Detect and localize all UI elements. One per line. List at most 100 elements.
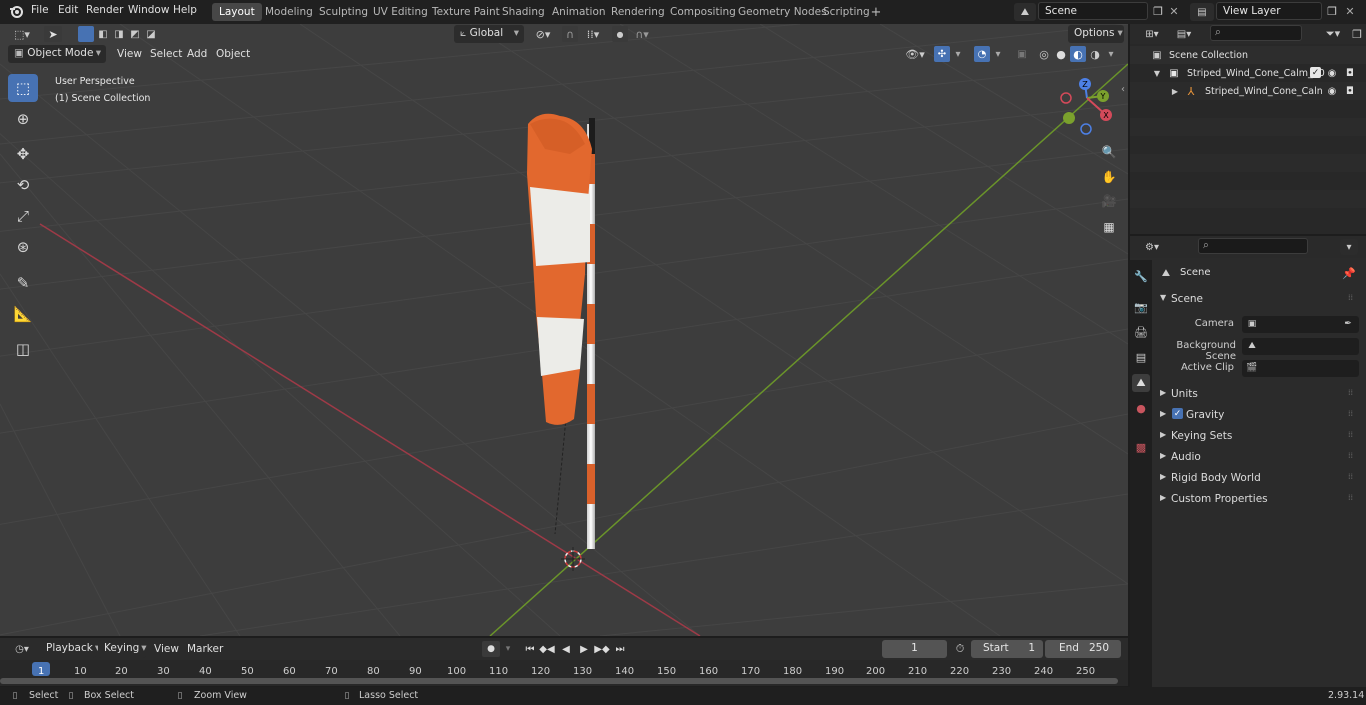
timeline-scrollbar[interactable] — [0, 678, 1118, 684]
tool-scale[interactable]: ⤢ — [8, 202, 38, 230]
tab-world[interactable]: ● — [1132, 399, 1150, 417]
xray-toggle-icon[interactable]: ▣ — [1014, 46, 1030, 62]
drag-handle-icon[interactable]: ⁞⁞ — [1348, 493, 1353, 502]
properties-options-icon[interactable]: ▾ — [1340, 239, 1358, 255]
camera-field[interactable]: ▣ ✒ — [1242, 316, 1359, 333]
shading-dropdown-icon[interactable]: ▾ — [1105, 46, 1117, 62]
tool-add-cube[interactable]: ◫ — [8, 335, 38, 363]
tab-rendering[interactable]: Rendering — [604, 3, 672, 21]
gizmo-x-axis[interactable]: X — [1100, 109, 1112, 121]
mode-extend-icon[interactable]: ◧ — [96, 26, 110, 42]
drag-handle-icon[interactable]: ⁞⁞ — [1348, 472, 1353, 481]
overlays-dropdown-icon[interactable]: ▾ — [992, 46, 1004, 62]
gizmo-y-axis[interactable]: Y — [1097, 90, 1109, 102]
gizmo-dropdown-icon[interactable]: ▾ — [952, 46, 964, 62]
camera-render-icon[interactable]: ◘ — [1344, 84, 1356, 98]
material-preview-shading-icon[interactable]: ◐ — [1070, 46, 1086, 62]
snap-target-icon[interactable]: ⁞⁞▾ — [580, 26, 606, 42]
menu-file[interactable]: File — [31, 4, 49, 16]
jump-prev-keyframe-icon[interactable]: ◆◀ — [539, 641, 555, 657]
tool-transform[interactable]: ⊛ — [8, 233, 38, 261]
wireframe-shading-icon[interactable]: ◎ — [1036, 46, 1052, 62]
timeline-editor-type-icon[interactable]: ◷▾ — [8, 641, 36, 657]
3d-viewport[interactable]: Z Y X ‹ — [0, 24, 1128, 636]
background-scene-field[interactable]: ⛰ — [1242, 338, 1359, 355]
orientation-dropdown[interactable]: ⟀ Global ▾ — [454, 25, 524, 43]
visibility-selectability-icon[interactable]: 👁▾ — [902, 46, 928, 62]
menu-help[interactable]: Help — [173, 4, 197, 16]
tab-layout[interactable]: Layout — [212, 3, 262, 21]
pin-icon[interactable]: 📌 — [1342, 266, 1356, 280]
record-dropdown-icon[interactable]: ▾ — [502, 641, 514, 657]
stopwatch-icon[interactable]: ⏱ — [952, 641, 968, 657]
menu-edit[interactable]: Edit — [58, 4, 78, 16]
tab-scene[interactable]: ⛰ — [1132, 374, 1150, 392]
outliner-search-input[interactable]: ⌕ — [1210, 25, 1302, 41]
mode-dropdown[interactable]: ▣ Object Mode ▾ — [8, 45, 106, 63]
scene-icon[interactable]: ⛰ — [1014, 3, 1036, 21]
pivot-point-icon[interactable]: ⊘▾ — [530, 26, 556, 42]
menu-window[interactable]: Window — [128, 4, 169, 16]
tool-annotate[interactable]: ✎ — [8, 269, 38, 297]
keying-menu[interactable]: Keying ▾ — [98, 640, 147, 658]
viewport-menu-select[interactable]: Select — [150, 48, 182, 60]
zoom-view-button[interactable]: 🔍 — [1099, 142, 1119, 162]
tab-modeling[interactable]: Modeling — [258, 3, 320, 21]
tab-shading[interactable]: Shading — [495, 3, 552, 21]
menu-render[interactable]: Render — [86, 4, 123, 16]
gizmo-z-axis[interactable]: Z — [1079, 78, 1091, 90]
eye-icon[interactable]: ◉ — [1326, 84, 1338, 98]
view-layer-field[interactable]: View Layer — [1216, 2, 1322, 20]
view-layer-icon[interactable]: ▤ — [1190, 3, 1214, 21]
snap-icon[interactable]: ∩ — [562, 26, 578, 42]
tool-select-box[interactable]: ⬚ — [8, 74, 38, 102]
camera-view-button[interactable]: 🎥 — [1099, 191, 1119, 211]
panel-keying-sets[interactable]: ▶ Keying Sets ⁞⁞ — [1156, 427, 1362, 447]
new-scene-icon[interactable]: ❐ — [1150, 3, 1166, 19]
panel-rigid-body-world[interactable]: ▶ Rigid Body World ⁞⁞ — [1156, 469, 1362, 489]
current-frame-field[interactable]: 1 — [882, 640, 947, 658]
rendered-shading-icon[interactable]: ◑ — [1087, 46, 1103, 62]
panel-audio[interactable]: ▶ Audio ⁞⁞ — [1156, 448, 1362, 468]
delete-scene-icon[interactable]: ✕ — [1167, 3, 1181, 19]
gravity-checkbox[interactable]: ✓ — [1172, 408, 1183, 419]
jump-start-icon[interactable]: ⏮ — [522, 641, 538, 657]
outliner-row-object[interactable]: ▶ ⅄ Striped_Wind_Cone_Caln ◉ ◘ — [1130, 82, 1366, 100]
delete-view-layer-icon[interactable]: ✕ — [1343, 3, 1357, 19]
solid-shading-icon[interactable]: ● — [1053, 46, 1069, 62]
start-frame-field[interactable]: Start 1 — [971, 640, 1043, 658]
tab-tool[interactable]: 🔧 — [1132, 267, 1150, 285]
navigation-gizmo[interactable]: Z Y X — [1060, 78, 1120, 138]
jump-next-keyframe-icon[interactable]: ▶◆ — [594, 641, 610, 657]
display-mode-icon[interactable]: ▤▾ — [1170, 26, 1198, 42]
add-workspace-icon[interactable]: + — [869, 5, 883, 20]
tool-measure[interactable]: 📐 — [8, 300, 38, 328]
timeline-menu-marker[interactable]: Marker — [187, 643, 223, 655]
new-view-layer-icon[interactable]: ❐ — [1324, 3, 1340, 19]
timeline-menu-view[interactable]: View — [154, 643, 179, 655]
scene-name-field[interactable]: Scene — [1038, 2, 1148, 20]
options-dropdown[interactable]: Options ▾ — [1068, 25, 1124, 43]
expand-arrow-icon[interactable]: ▶ — [1170, 85, 1180, 97]
outliner-row-scene-collection[interactable]: ▣ Scene Collection — [1130, 46, 1366, 64]
wind-cone-mesh[interactable] — [527, 113, 595, 549]
drag-handle-icon[interactable]: ⁞⁞ — [1348, 409, 1353, 418]
drag-handle-icon[interactable]: ⁞⁞ — [1348, 388, 1353, 397]
viewport-menu-object[interactable]: Object — [216, 48, 250, 60]
active-clip-field[interactable]: 🎬 — [1242, 360, 1359, 377]
tab-texture[interactable]: ▩ — [1132, 438, 1150, 456]
mode-intersect-icon[interactable]: ◪ — [144, 26, 158, 42]
sidebar-toggle-icon[interactable]: ‹ — [1118, 82, 1128, 96]
end-frame-field[interactable]: End 250 — [1045, 640, 1121, 658]
eyedropper-icon[interactable]: ✒ — [1342, 318, 1354, 330]
camera-render-icon[interactable]: ◘ — [1344, 66, 1356, 80]
overlays-toggle-icon[interactable]: ◔ — [974, 46, 990, 62]
drag-handle-icon[interactable]: ⁞⁞ — [1348, 293, 1353, 302]
properties-search-input[interactable]: ⌕ — [1198, 238, 1308, 254]
proportional-edit-icon[interactable]: ● — [612, 26, 628, 42]
playback-menu[interactable]: Playback▾ — [40, 640, 100, 658]
checkbox-icon[interactable]: ✓ — [1310, 67, 1321, 78]
falloff-icon[interactable]: ∩▾ — [630, 26, 654, 42]
tab-scripting[interactable]: Scripting — [816, 3, 877, 21]
drag-handle-icon[interactable]: ⁞⁞ — [1348, 451, 1353, 460]
